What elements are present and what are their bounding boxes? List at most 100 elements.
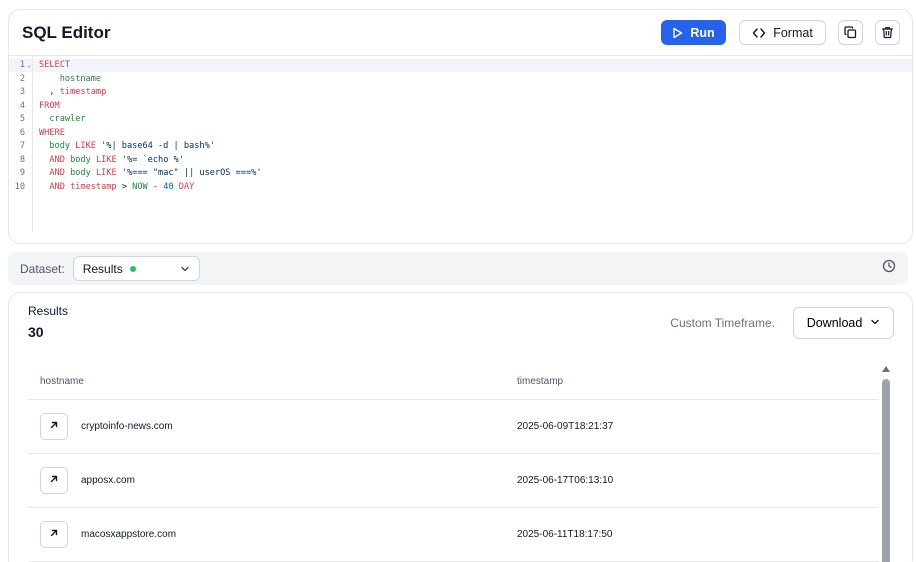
cell-timestamp: 2025-06-17T06:13:10 — [517, 475, 614, 486]
code-token: LIKE — [95, 154, 117, 165]
code-token: FROM — [39, 100, 60, 111]
code-line: 2 hostname — [9, 73, 889, 87]
code-text: body LIKE '%| base64 -d | bash%' — [39, 140, 215, 154]
dataset-selected-value: Results — [82, 261, 123, 276]
cell-hostname: cryptoinfo-news.com — [81, 421, 173, 432]
column-header-hostname: hostname — [40, 375, 84, 387]
code-line: 1 ⌄ SELECT — [9, 59, 889, 73]
delete-button[interactable] — [875, 20, 900, 45]
arrow-up-right-icon — [49, 474, 59, 487]
cell-timestamp: 2025-06-09T18:21:37 — [517, 421, 614, 432]
code-token: > — [116, 181, 133, 192]
copy-button[interactable] — [838, 20, 863, 45]
code-token: NOW — [132, 181, 148, 192]
line-number: 1 — [19, 60, 25, 70]
code-text: AND body LIKE '%=== "mac" || userOS ===%… — [39, 167, 262, 181]
code-token: LIKE — [95, 168, 117, 178]
table-header: hostname timestamp — [28, 363, 878, 400]
custom-timeframe-link[interactable]: Custom Timeframe. — [670, 316, 775, 330]
fold-chevron-icon[interactable]: ⌄ — [27, 59, 31, 73]
scroll-up-arrow[interactable] — [882, 366, 890, 372]
editor-header: SQL Editor Run Format — [9, 10, 912, 56]
column-header-timestamp: timestamp — [517, 375, 564, 387]
line-number: 7 — [19, 141, 25, 151]
code-token: '%= `echo %' — [116, 154, 184, 165]
clock-icon — [882, 259, 896, 278]
cell-hostname: apposx.com — [81, 475, 135, 486]
history-button[interactable] — [882, 259, 896, 278]
results-label: Results — [28, 304, 69, 318]
code-token: crawler — [39, 114, 86, 124]
sql-code-editor[interactable]: 1 ⌄ SELECT 2 hostname 3 , timestamp 4 FROM 5 cr… — [9, 56, 912, 243]
chevron-down-icon — [870, 316, 880, 330]
chevron-down-icon — [180, 264, 190, 274]
code-text: , timestamp — [39, 86, 106, 100]
code-line: 10 AND timestamp > NOW - 40 DAY — [9, 181, 889, 195]
dataset-label: Dataset: — [20, 261, 65, 276]
arrow-up-right-icon — [49, 420, 59, 433]
table-row: apposx.com 2025-06-17T06:13:10 — [28, 454, 878, 508]
code-token: LIKE — [75, 141, 96, 151]
code-text: hostname — [39, 73, 101, 87]
code-token: WHERE — [39, 127, 65, 138]
line-number: 6 — [19, 127, 25, 138]
code-text: FROM — [39, 100, 60, 114]
status-dot — [129, 265, 136, 272]
code-text: WHERE — [39, 127, 65, 141]
code-line: 5 crawler — [9, 113, 889, 127]
code-text: crawler — [39, 113, 86, 127]
code-token: DAY — [173, 181, 195, 192]
code-token: AND — [49, 168, 65, 178]
format-button[interactable]: Format — [739, 20, 826, 45]
code-line: 4 FROM — [9, 100, 889, 114]
trash-icon — [881, 26, 894, 39]
table-row: macosxappstore.com 2025-06-11T18:17:50 — [28, 508, 878, 562]
code-token: SELECT — [39, 60, 71, 70]
sql-editor-panel: SQL Editor Run Format 1 ⌄ SELECT 2 hostn… — [8, 9, 913, 244]
run-button[interactable]: Run — [661, 20, 726, 45]
code-token: AND — [49, 181, 65, 192]
open-row-button[interactable] — [40, 521, 68, 548]
code-line: 3 , timestamp — [9, 86, 889, 100]
code-token: AND — [49, 154, 65, 165]
line-number: 4 — [19, 100, 25, 111]
code-icon — [752, 27, 766, 39]
code-text: SELECT — [39, 59, 70, 73]
dataset-bar: Dataset: Results — [8, 252, 908, 285]
code-line: 6 WHERE — [9, 127, 889, 141]
dataset-select[interactable]: Results — [72, 256, 200, 281]
code-token: , — [39, 87, 60, 97]
code-token: '%=== "mac" || userOS ===%' — [116, 168, 262, 178]
format-label: Format — [773, 25, 813, 40]
code-token: timestamp — [59, 87, 107, 97]
open-row-button[interactable] — [40, 413, 68, 440]
code-line: 9 AND body LIKE '%=== "mac" || userOS ==… — [9, 167, 889, 181]
code-line: 8 AND body LIKE '%= `echo %' — [9, 154, 889, 168]
open-row-button[interactable] — [40, 467, 68, 494]
line-number: 8 — [19, 154, 25, 165]
results-panel: Results 30 Custom Timeframe. Download ho… — [8, 292, 913, 562]
download-label: Download — [806, 316, 863, 330]
line-number: 10 — [14, 181, 25, 192]
code-text: AND body LIKE '%= `echo %' — [39, 154, 184, 168]
download-button[interactable]: Download — [793, 307, 894, 339]
code-token: body — [64, 168, 96, 178]
line-number: 5 — [19, 114, 25, 124]
cell-hostname: macosxappstore.com — [81, 529, 177, 540]
code-text: AND timestamp > NOW - 40 DAY — [39, 181, 194, 195]
code-token: hostname — [39, 73, 102, 84]
code-line: 7 body LIKE '%| base64 -d | bash%' — [9, 140, 889, 154]
play-icon — [672, 27, 683, 39]
code-token: body — [64, 154, 96, 165]
scrollbar-thumb[interactable] — [882, 379, 890, 562]
code-token: - — [147, 181, 164, 192]
cell-timestamp: 2025-06-11T18:17:50 — [517, 529, 613, 540]
table-row: cryptoinfo-news.com 2025-06-09T18:21:37 — [28, 400, 878, 454]
code-token: timestamp — [64, 181, 117, 192]
code-token: '%| base64 -d | bash%' — [95, 141, 215, 151]
results-count: 30 — [28, 324, 44, 340]
line-number: 9 — [19, 168, 25, 178]
line-number: 2 — [19, 73, 25, 84]
